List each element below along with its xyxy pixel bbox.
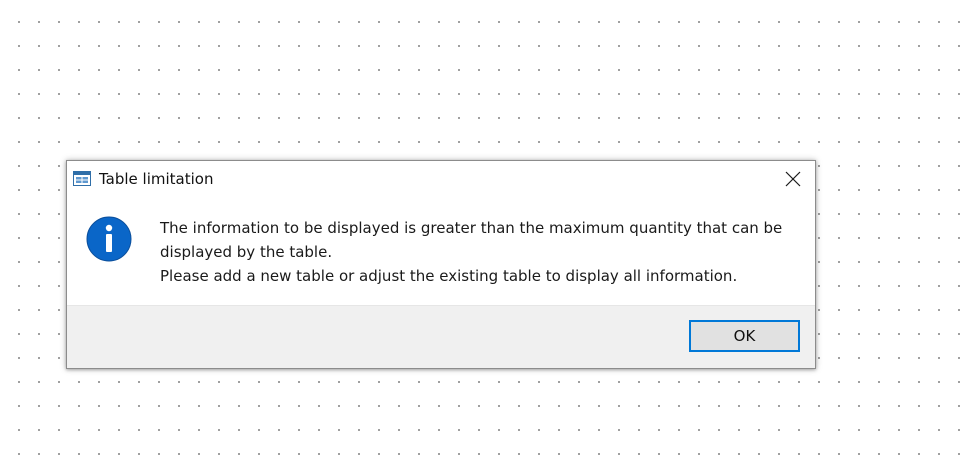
dialog-content: The information to be displayed is great…	[67, 199, 815, 305]
info-icon	[85, 215, 133, 263]
message-line-2: Please add a new table or adjust the exi…	[160, 267, 738, 285]
dialog-titlebar[interactable]: Table limitation	[67, 161, 815, 199]
dialog-title: Table limitation	[99, 170, 214, 188]
ok-button[interactable]: OK	[689, 320, 800, 352]
table-window-icon	[73, 171, 91, 186]
message-line-1: The information to be displayed is great…	[160, 219, 783, 261]
table-limitation-dialog: Table limitation The information to be d…	[66, 160, 816, 369]
close-icon	[785, 171, 801, 187]
dialog-footer: OK	[67, 305, 815, 368]
close-button[interactable]	[769, 161, 815, 197]
dialog-message: The information to be displayed is great…	[160, 216, 800, 288]
